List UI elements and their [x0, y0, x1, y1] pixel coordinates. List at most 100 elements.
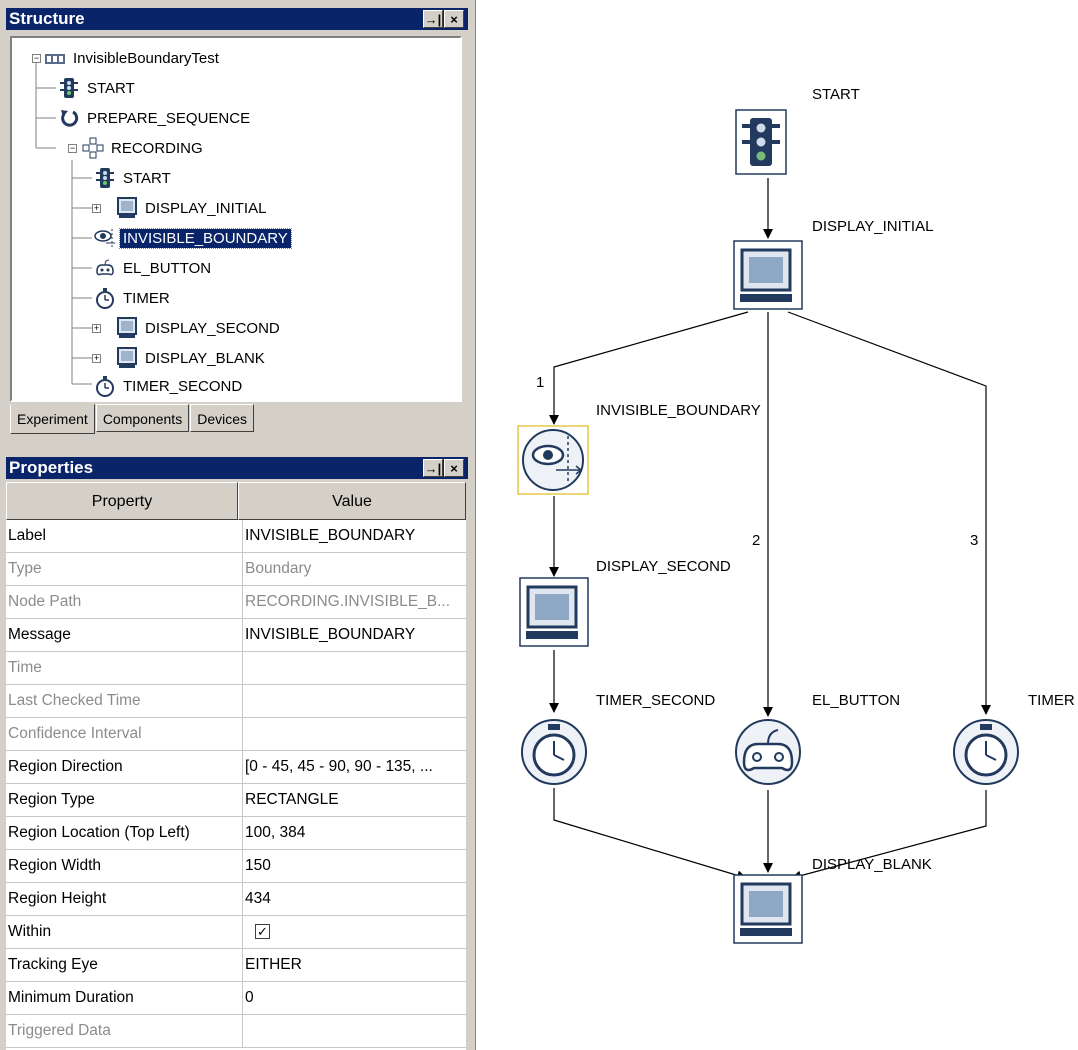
- monitor-icon: [116, 347, 138, 369]
- property-name: Message: [8, 626, 71, 643]
- properties-close-button[interactable]: ×: [444, 459, 464, 477]
- property-value[interactable]: 434: [242, 883, 464, 915]
- property-name: Triggered Data: [8, 1022, 111, 1039]
- edge-label-2: 2: [752, 532, 761, 549]
- tree-item-start[interactable]: START: [58, 76, 138, 100]
- edge-label-3: 3: [970, 532, 979, 549]
- flow-diagram: START DISPLAY_INITIAL INVISIBLE_BOUNDARY…: [476, 0, 1078, 1050]
- stopwatch-icon: [94, 375, 116, 397]
- property-row[interactable]: Time: [6, 652, 466, 685]
- property-name: Node Path: [8, 593, 82, 610]
- property-value[interactable]: INVISIBLE_BOUNDARY: [242, 619, 464, 651]
- edge-timer-second-to-display-blank: [553, 788, 747, 881]
- within-checkbox[interactable]: ✓: [255, 924, 270, 939]
- expander-display-second[interactable]: +: [92, 324, 101, 333]
- node-label-el-button: EL_BUTTON: [812, 692, 901, 709]
- property-row[interactable]: Region Type RECTANGLE: [6, 784, 466, 817]
- property-row[interactable]: Within ✓: [6, 916, 466, 949]
- property-row[interactable]: Region Height 434: [6, 883, 466, 916]
- tree-item-timer-second[interactable]: TIMER_SECOND: [94, 374, 245, 398]
- property-row[interactable]: Message INVISIBLE_BOUNDARY: [6, 619, 466, 652]
- structure-tree[interactable]: − − + + + InvisibleBoundaryTest START PR…: [10, 36, 462, 402]
- tree-item-display-blank[interactable]: DISPLAY_BLANK: [116, 346, 268, 370]
- tree-item-display-initial[interactable]: DISPLAY_INITIAL: [116, 196, 269, 220]
- property-row[interactable]: Region Direction [0 - 45, 45 - 90, 90 - 1…: [6, 751, 466, 784]
- property-row[interactable]: Tracking Eye EITHER: [6, 949, 466, 982]
- experiment-icon: [44, 47, 66, 69]
- expander-root[interactable]: −: [32, 54, 41, 63]
- property-value[interactable]: RECTANGLE: [242, 784, 464, 816]
- property-row[interactable]: Region Width 150: [6, 850, 466, 883]
- node-label-display-second: DISPLAY_SECOND: [596, 558, 731, 575]
- expander-display-blank[interactable]: +: [92, 354, 101, 363]
- tree-item-timer[interactable]: TIMER: [94, 286, 173, 310]
- structure-close-button[interactable]: ×: [444, 10, 464, 28]
- diagram-edges: [517, 109, 1019, 944]
- tree-item-root[interactable]: InvisibleBoundaryTest: [44, 46, 222, 70]
- eye-boundary-icon: [94, 227, 116, 249]
- property-value[interactable]: ✓: [242, 916, 464, 948]
- column-header-value[interactable]: Value: [238, 482, 466, 520]
- traffic-light-icon: [58, 77, 80, 99]
- properties-pin-button[interactable]: →|: [423, 459, 443, 477]
- property-row[interactable]: Node Path RECORDING.INVISIBLE_B...: [6, 586, 466, 619]
- property-row[interactable]: Triggered Data: [6, 1015, 466, 1048]
- property-row[interactable]: Last Checked Time: [6, 685, 466, 718]
- expander-recording[interactable]: −: [68, 144, 77, 153]
- property-value[interactable]: 100, 384: [242, 817, 464, 849]
- display-initial-node[interactable]: [733, 240, 803, 310]
- start-node[interactable]: [735, 109, 787, 175]
- left-panels: Structure →| × − − + + + InvisibleBounda…: [0, 0, 476, 1050]
- column-header-property[interactable]: Property: [6, 482, 238, 520]
- property-row[interactable]: Minimum Duration 0: [6, 982, 466, 1015]
- property-value[interactable]: EITHER: [242, 949, 464, 981]
- tree-item-recording-start[interactable]: START: [94, 166, 174, 190]
- invisible-boundary-node[interactable]: [517, 425, 589, 495]
- tree-item-label: TIMER: [123, 289, 170, 307]
- tab-devices[interactable]: Devices: [190, 404, 254, 432]
- property-value: [242, 1015, 464, 1047]
- property-value[interactable]: 150: [242, 850, 464, 882]
- structure-panel-title: Structure: [9, 9, 85, 28]
- tree-item-label: DISPLAY_BLANK: [145, 349, 265, 367]
- property-row[interactable]: Label INVISIBLE_BOUNDARY: [6, 520, 466, 553]
- edge-label-1: 1: [536, 374, 545, 391]
- tree-item-label: RECORDING: [111, 139, 203, 157]
- tree-item-label: INVISIBLE_BOUNDARY: [119, 227, 292, 249]
- node-label-start: START: [812, 86, 860, 103]
- tree-item-label: START: [87, 79, 135, 97]
- structure-pin-button[interactable]: →|: [423, 10, 443, 28]
- property-value: [242, 718, 464, 750]
- property-value[interactable]: 0: [242, 982, 464, 1014]
- property-name: Region Location (Top Left): [8, 824, 190, 841]
- property-name: Tracking Eye: [8, 956, 98, 973]
- property-row[interactable]: Region Location (Top Left) 100, 384: [6, 817, 466, 850]
- tree-item-prepare-sequence[interactable]: PREPARE_SEQUENCE: [58, 106, 253, 130]
- node-label-invisible-boundary: INVISIBLE_BOUNDARY: [596, 402, 761, 419]
- el-button-node[interactable]: [735, 719, 801, 785]
- edge-display-initial-to-timer: [787, 311, 991, 715]
- tree-item-el-button[interactable]: EL_BUTTON: [94, 256, 214, 280]
- property-name: Minimum Duration: [8, 989, 134, 1006]
- tree-item-invisible-boundary[interactable]: INVISIBLE_BOUNDARY: [94, 226, 292, 250]
- property-row[interactable]: Type Boundary: [6, 553, 466, 586]
- tab-components[interactable]: Components: [95, 404, 190, 432]
- display-second-node[interactable]: [519, 577, 589, 647]
- property-name: Label: [8, 527, 46, 544]
- tree-item-display-second[interactable]: DISPLAY_SECOND: [116, 316, 283, 340]
- property-value[interactable]: INVISIBLE_BOUNDARY: [242, 520, 464, 552]
- property-value: Boundary: [242, 553, 464, 585]
- expander-display-initial[interactable]: +: [92, 204, 101, 213]
- timer-node[interactable]: [953, 719, 1019, 785]
- properties-panel-title-bar: Properties →| ×: [6, 457, 468, 479]
- structure-panel-title-bar: Structure →| ×: [6, 8, 468, 30]
- display-blank-node[interactable]: [733, 874, 803, 944]
- property-row[interactable]: Confidence Interval: [6, 718, 466, 751]
- timer-second-node[interactable]: [521, 719, 587, 785]
- properties-panel-title: Properties: [9, 458, 94, 477]
- tab-experiment[interactable]: Experiment: [10, 404, 95, 434]
- tree-item-recording[interactable]: RECORDING: [82, 136, 206, 160]
- property-name: Region Width: [8, 857, 102, 874]
- tree-item-label: START: [123, 169, 171, 187]
- property-value[interactable]: [0 - 45, 45 - 90, 90 - 135, ...: [242, 751, 464, 783]
